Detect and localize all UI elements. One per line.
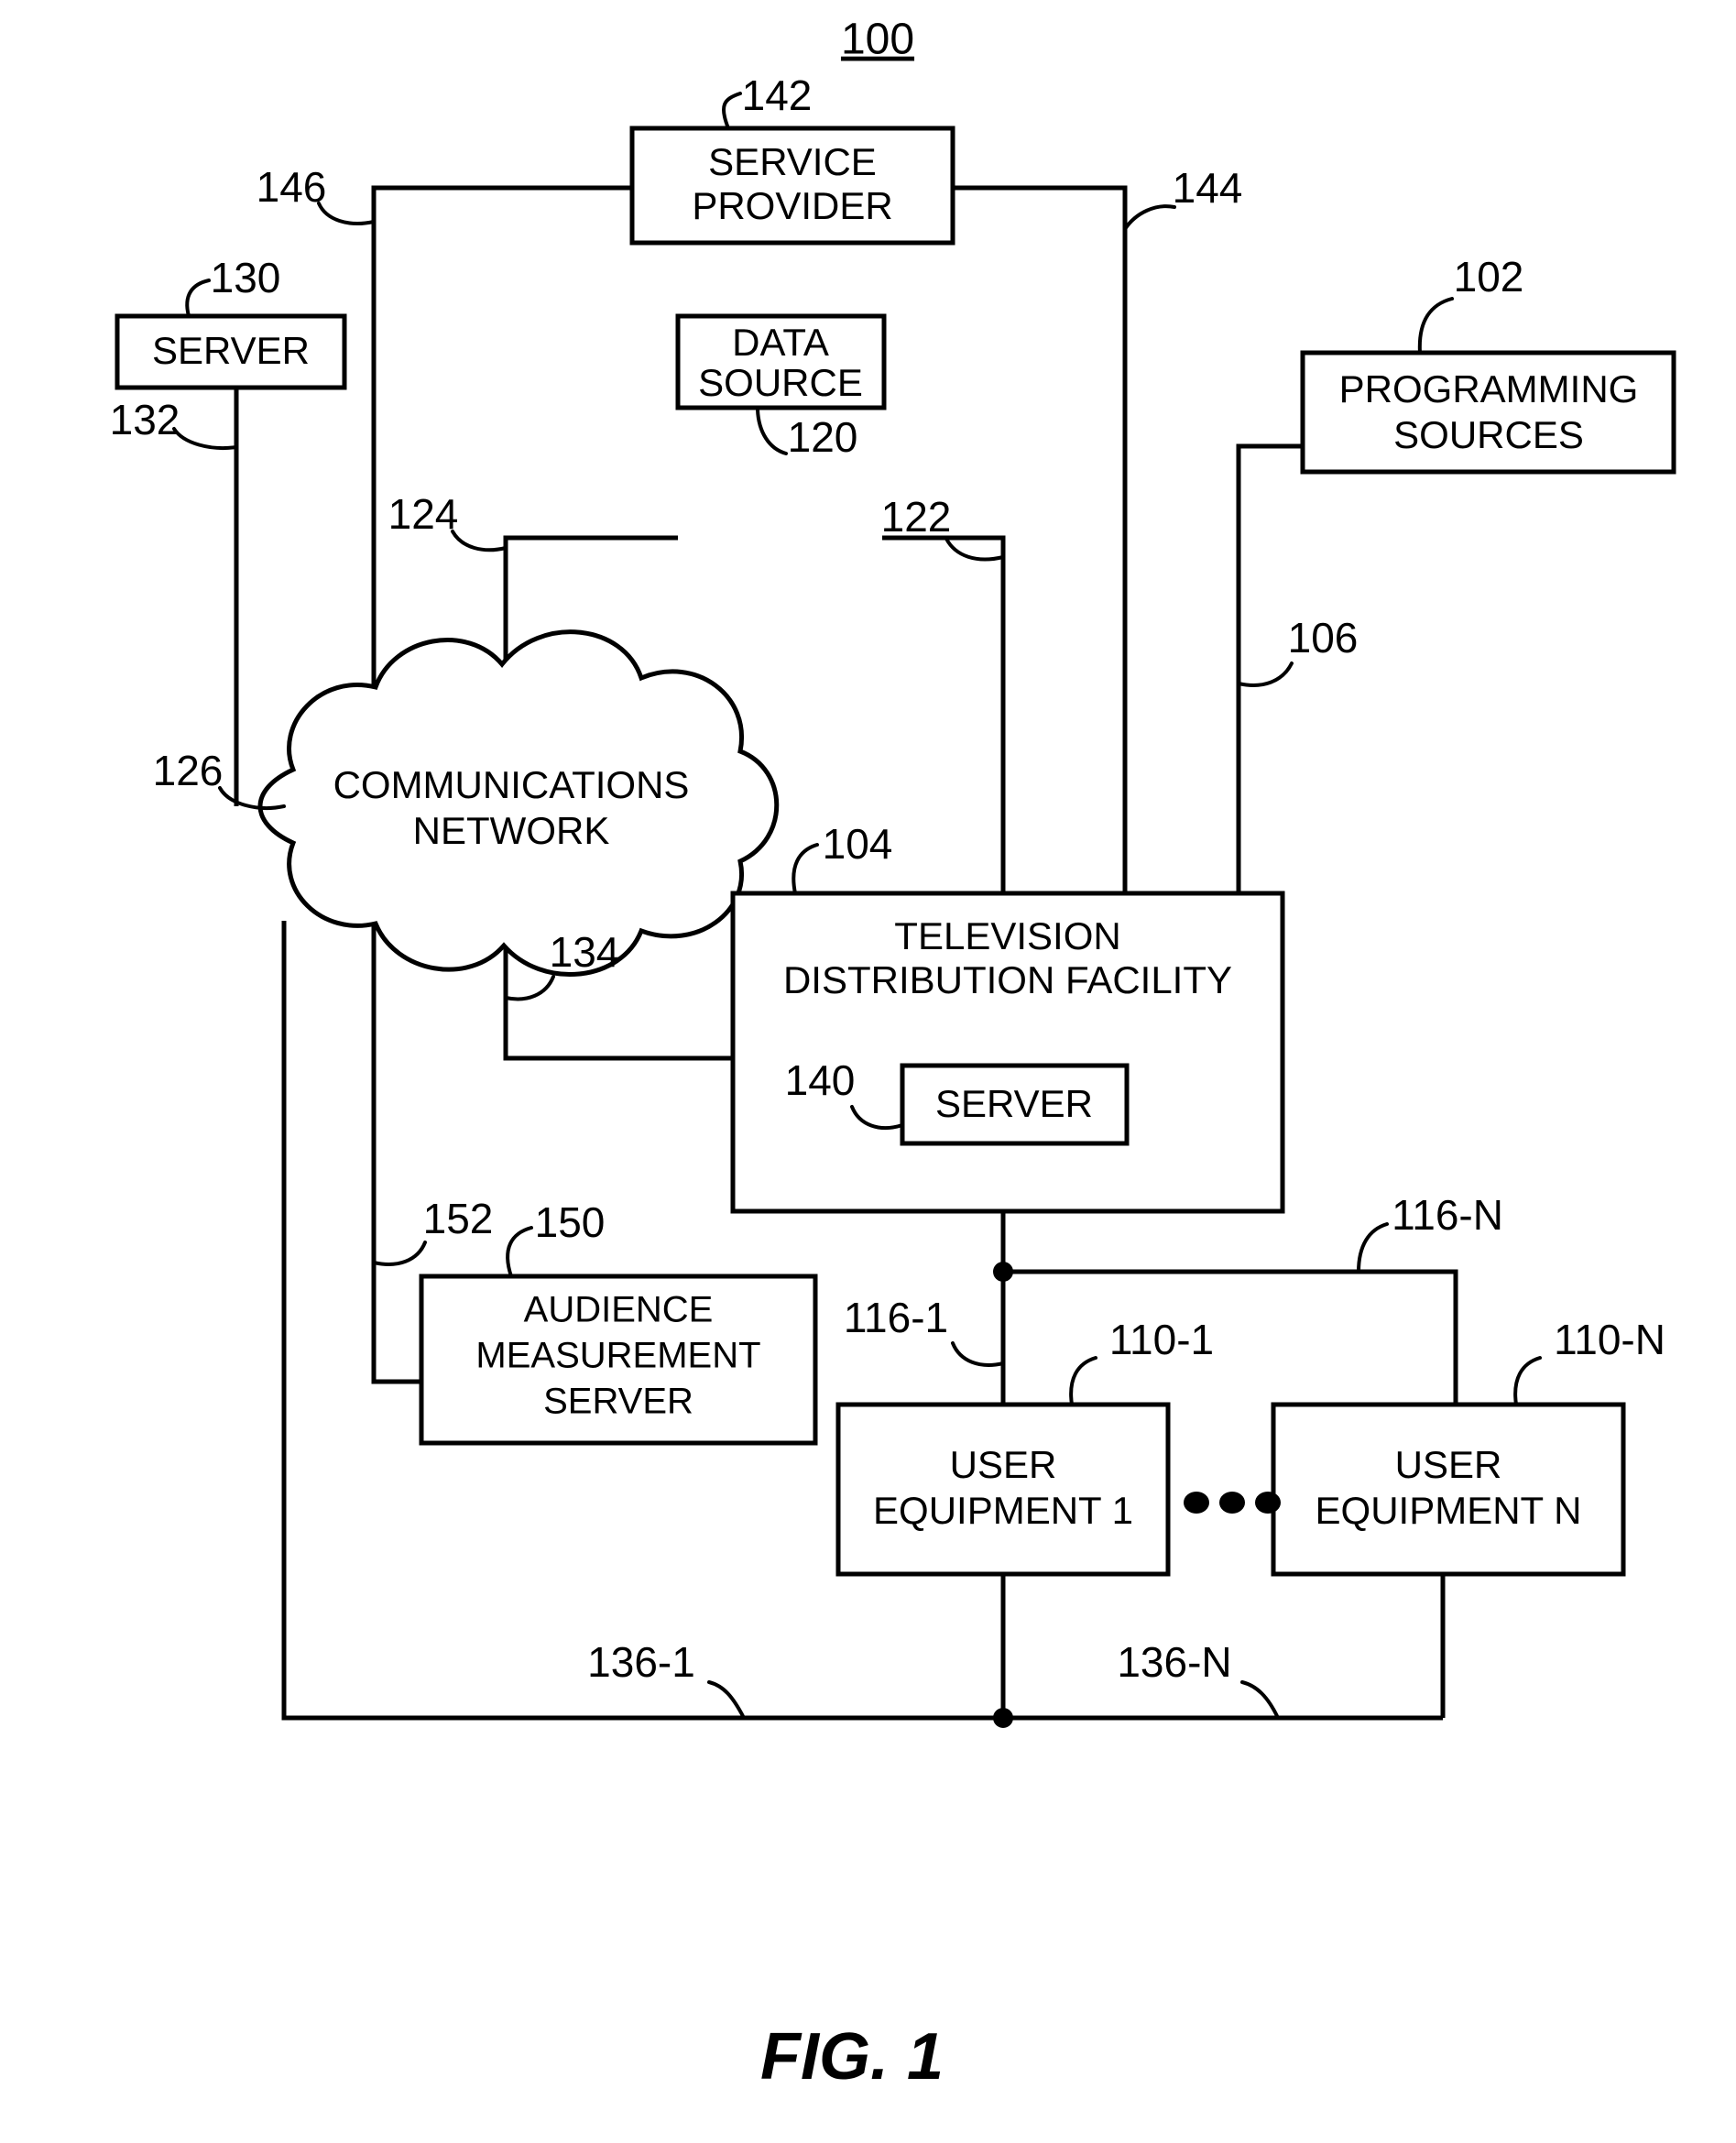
junction-dot-ue-top — [993, 1262, 1013, 1282]
leader-110-n — [1513, 1356, 1542, 1406]
leader-124 — [451, 530, 508, 552]
leader-146 — [317, 202, 376, 225]
ref-num-150: 150 — [535, 1198, 606, 1246]
service-provider-label-line1: SERVICE — [708, 140, 877, 183]
leader-110-1 — [1069, 1356, 1097, 1406]
leader-120 — [756, 408, 788, 455]
ref-num-122: 122 — [881, 493, 952, 541]
ellipsis-dot-3 — [1255, 1492, 1281, 1514]
ref-num-116-n: 116-N — [1392, 1191, 1503, 1239]
figure-canvas: COMMUNICATIONS NETWORK SERVICE PROVIDER … — [110, 16, 1676, 2094]
wire-144-service-provider-to-tdf — [953, 185, 1128, 893]
wire-106-programming-sources-to-tdf — [1236, 443, 1303, 893]
leader-106 — [1237, 661, 1294, 687]
ref-num-136-1: 136-1 — [587, 1638, 695, 1686]
leader-102 — [1417, 297, 1454, 355]
leader-134 — [504, 975, 555, 1001]
wire-152-network-to-audience-server — [371, 903, 421, 1384]
ref-num-136-n: 136-N — [1117, 1638, 1231, 1686]
leader-104 — [792, 843, 819, 895]
server-130-label: SERVER — [152, 329, 310, 372]
leader-122 — [944, 537, 1005, 562]
user-equipment-ellipsis — [1184, 1492, 1281, 1514]
ref-num-124: 124 — [388, 490, 459, 538]
ref-num-106: 106 — [1288, 614, 1359, 661]
ref-num-142: 142 — [742, 71, 813, 119]
ref-num-134: 134 — [550, 928, 620, 976]
ref-num-146: 146 — [257, 163, 327, 211]
ref-num-102: 102 — [1454, 253, 1524, 301]
service-provider-node[interactable]: SERVICE PROVIDER — [629, 126, 955, 246]
data-source-label-line2: SOURCE — [698, 361, 863, 404]
leader-136-n — [1240, 1680, 1280, 1720]
audience-measurement-server-node[interactable]: AUDIENCE MEASUREMENT SERVER — [419, 1274, 818, 1446]
ref-num-144: 144 — [1173, 164, 1243, 212]
server-140-node[interactable]: SERVER — [900, 1063, 1130, 1146]
communications-network-label-line1: COMMUNICATIONS — [333, 763, 690, 806]
user-equipment-1-label-line1: USER — [950, 1443, 1057, 1486]
ref-num-120: 120 — [788, 413, 858, 461]
ams-label-line3: SERVER — [543, 1382, 693, 1422]
tdf-label-line2: DISTRIBUTION FACILITY — [783, 958, 1232, 1001]
leader-150 — [506, 1226, 533, 1278]
programming-sources-label-line2: SOURCES — [1393, 413, 1584, 456]
ref-num-104: 104 — [823, 820, 893, 868]
ref-num-110-1: 110-1 — [1109, 1316, 1214, 1363]
ref-num-130: 130 — [211, 254, 281, 301]
user-equipment-n-label-line2: EQUIPMENT N — [1316, 1489, 1582, 1532]
leader-152 — [372, 1241, 427, 1266]
leader-136-1 — [707, 1680, 746, 1720]
figure-caption: FIG. 1 — [760, 2020, 944, 2094]
ref-num-140: 140 — [785, 1056, 856, 1104]
data-source-label-line1: DATA — [732, 321, 829, 364]
ref-num-116-1: 116-1 — [844, 1294, 948, 1341]
ams-label-line1: AUDIENCE — [524, 1290, 714, 1330]
wire-122-datasource-to-tdf — [882, 535, 1006, 893]
service-provider-label-line2: PROVIDER — [692, 184, 892, 227]
user-equipment-1-node[interactable]: USER EQUIPMENT 1 — [835, 1402, 1171, 1577]
leader-142 — [721, 92, 742, 130]
ams-label-line2: MEASUREMENT — [475, 1336, 760, 1376]
server-140-label: SERVER — [935, 1082, 1093, 1125]
data-source-node[interactable]: DATA SOURCE — [675, 313, 887, 410]
ref-num-132: 132 — [110, 396, 180, 443]
user-equipment-1-label-line2: EQUIPMENT 1 — [873, 1489, 1133, 1532]
user-equipment-n-label-line1: USER — [1395, 1443, 1502, 1486]
figure-ref-number: 100 — [841, 16, 914, 64]
user-equipment-n-node[interactable]: USER EQUIPMENT N — [1271, 1402, 1626, 1577]
programming-sources-node[interactable]: PROGRAMMING SOURCES — [1300, 350, 1676, 475]
ref-num-110-n: 110-N — [1554, 1316, 1665, 1363]
server-130-node[interactable]: SERVER — [115, 313, 347, 390]
ref-num-152: 152 — [423, 1195, 494, 1242]
ellipsis-dot-1 — [1184, 1492, 1209, 1514]
ref-num-126: 126 — [153, 747, 224, 794]
tdf-label-line1: TELEVISION — [894, 914, 1120, 957]
programming-sources-label-line1: PROGRAMMING — [1339, 367, 1639, 410]
television-distribution-facility-node[interactable]: TELEVISION DISTRIBUTION FACILITY SERVER — [730, 891, 1285, 1214]
leader-116-1 — [951, 1341, 1005, 1367]
communications-network-label-line2: NETWORK — [413, 809, 610, 852]
leader-116-n — [1357, 1222, 1389, 1274]
communications-network-node[interactable]: COMMUNICATIONS NETWORK — [257, 629, 780, 977]
junction-dot-ue-bottom — [993, 1708, 1013, 1728]
leader-132 — [172, 427, 238, 450]
ellipsis-dot-2 — [1219, 1492, 1245, 1514]
leader-144 — [1123, 204, 1176, 231]
patent-figure-root: COMMUNICATIONS NETWORK SERVICE PROVIDER … — [0, 0, 1736, 2143]
leader-130 — [185, 279, 211, 318]
